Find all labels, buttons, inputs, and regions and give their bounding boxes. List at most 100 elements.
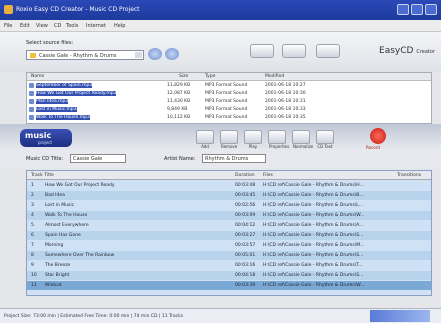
cd-text-button[interactable]: CD Text — [316, 130, 334, 149]
track-duration: 00:03:45 — [235, 193, 256, 198]
track-file: H:\CD ref\Cassie Gale - Rhythm & Drums\M… — [263, 243, 365, 248]
track-duration: 00:03:57 — [235, 243, 256, 248]
track-title: Walk To The House — [45, 213, 88, 218]
track-row[interactable]: 3 Lost in Music 00:02:56 H:\CD ref\Cassie G… — [27, 201, 431, 210]
file-row[interactable]: Walk To The House.mp3 10,112 KB MP3 Format… — [27, 114, 431, 122]
title-bar: Roxio Easy CD Creator - Music CD Project — [0, 0, 441, 20]
menu-internet[interactable]: Internet — [86, 23, 106, 29]
col-type[interactable]: Type — [205, 74, 215, 79]
brand-name: EasyCD — [379, 46, 414, 56]
track-number: 9 — [31, 263, 34, 268]
col-modified[interactable]: Modified — [265, 74, 284, 79]
menu-help[interactable]: Help — [114, 23, 125, 29]
add-button[interactable]: Add — [196, 130, 214, 149]
track-row[interactable]: 9 The Breeze 00:03:16 H:\CD ref\Cassie Gale… — [27, 261, 431, 270]
file-type: MP3 Format Sound — [205, 83, 248, 88]
app-icon — [4, 5, 13, 14]
maximize-button[interactable] — [411, 4, 423, 15]
chevron-down-icon[interactable] — [135, 52, 142, 58]
track-number: 10 — [31, 273, 37, 278]
source-panel: Select source files: Cassie Gale - Rhyth… — [0, 32, 441, 72]
track-title: Lost in Music — [45, 203, 75, 208]
file-row[interactable]: Lost in Music.mp3 9,849 KB MP3 Format Soun… — [27, 106, 431, 114]
remove-button[interactable]: Remove — [220, 130, 238, 149]
col-name[interactable]: Name — [31, 74, 44, 79]
window-controls — [397, 4, 437, 15]
track-duration: 00:03:09 — [235, 213, 256, 218]
file-type: MP3 Format Sound — [205, 107, 248, 112]
menu-cd[interactable]: CD — [54, 23, 61, 29]
track-row[interactable]: 5 Almost Everywhere 00:04:12 H:\CD ref\Cass… — [27, 221, 431, 230]
toolbar-button-3[interactable] — [316, 44, 340, 58]
track-duration: 00:03:16 — [235, 263, 256, 268]
track-row[interactable]: 4 Walk To The House 00:03:09 H:\CD ref\Cass… — [27, 211, 431, 220]
toolbar-button-2[interactable] — [282, 44, 306, 58]
track-row[interactable]: 10 Star Bright 00:04:18 H:\CD ref\Cassie Ga… — [27, 271, 431, 280]
track-number: 2 — [31, 193, 34, 198]
brand-suffix: Creator — [416, 49, 435, 55]
toolbar-button-1[interactable] — [250, 44, 274, 58]
col-transitions[interactable]: Transitions — [397, 173, 421, 178]
minimize-button[interactable] — [397, 4, 409, 15]
file-size: 11,430 KB — [167, 99, 191, 104]
menu-tools[interactable]: Tools — [66, 23, 78, 29]
menu-bar: File Edit View CD Tools Internet Help — [0, 20, 441, 32]
file-row[interactable]: How We Got Our Project Ready.mp3 12,087 K… — [27, 90, 431, 98]
track-number: 5 — [31, 223, 34, 228]
artist-label: Artist Name: — [164, 156, 196, 162]
brand-logo: EasyCD Creator — [379, 46, 435, 56]
normalize-button[interactable]: Normalize — [292, 130, 313, 149]
track-number: 11 — [31, 283, 37, 288]
track-row[interactable]: 8 Somewhere Over The Rainbow 00:05:01 H:\CD… — [27, 251, 431, 260]
play-button[interactable]: Play — [244, 130, 262, 149]
cd-title-input[interactable]: Cassie Gale — [70, 154, 126, 163]
properties-button[interactable]: Properties — [268, 130, 289, 149]
col-size[interactable]: Size — [179, 74, 188, 79]
track-row[interactable]: 1 How We Got Our Project Ready 00:03:48 H:\… — [27, 181, 431, 190]
window-title: Roxio Easy CD Creator - Music CD Project — [16, 6, 140, 13]
file-row[interactable]: Plan Idea.mp3 11,430 KB MP3 Format Sound 20… — [27, 98, 431, 106]
file-name: September of Spain.mp3 — [36, 83, 93, 88]
col-duration[interactable]: Duration — [235, 173, 255, 178]
file-size: 11,829 KB — [167, 83, 191, 88]
file-modified: 2001-06-18 10:35 — [265, 115, 306, 120]
track-duration: 00:02:56 — [235, 203, 256, 208]
file-row[interactable]: September of Spain.mp3 11,829 KB MP3 Forma… — [27, 82, 431, 90]
track-list: Track Title Duration Files Transitions 1… — [26, 170, 432, 296]
track-number: 7 — [31, 243, 34, 248]
file-modified: 2001-06-18 10:33 — [265, 107, 306, 112]
track-row[interactable]: 6 Spain Has Gone 00:03:27 H:\CD ref\Cassie … — [27, 231, 431, 240]
music-project-toolbar: music project Add Remove Play Properties… — [0, 124, 441, 150]
file-type: MP3 Format Sound — [205, 99, 248, 104]
track-number: 6 — [31, 233, 34, 238]
track-title: Spain Has Gone — [45, 233, 81, 238]
menu-view[interactable]: View — [36, 23, 48, 29]
play-label: Play — [248, 144, 258, 149]
track-file: H:\CD ref\Cassie Gale - Rhythm & Drums\A… — [263, 223, 364, 228]
forward-button[interactable] — [165, 48, 179, 60]
col-files[interactable]: Files — [263, 173, 273, 178]
file-list-header: Name Size Type Modified — [27, 73, 431, 81]
track-row[interactable]: 11 Wildcat 00:03:39 H:\CD ref\Cassie Gale -… — [27, 281, 431, 290]
file-modified: 2001-06-18 10:30 — [265, 91, 306, 96]
col-track-title[interactable]: Track Title — [31, 173, 54, 178]
music-file-icon — [29, 99, 34, 104]
logo-text: music — [25, 131, 52, 140]
artist-input[interactable]: Rhythm & Drums — [202, 154, 266, 163]
track-number: 1 — [31, 183, 34, 188]
track-row[interactable]: 2 Bad Idea 00:03:45 H:\CD ref\Cassie Gale -… — [27, 191, 431, 200]
track-file: H:\CD ref\Cassie Gale - Rhythm & Drums\B… — [263, 193, 364, 198]
back-button[interactable] — [148, 48, 162, 60]
track-file: H:\CD ref\Cassie Gale - Rhythm & Drums\W… — [263, 283, 365, 288]
track-file: H:\CD ref\Cassie Gale - Rhythm & Drums\T… — [263, 263, 363, 268]
menu-edit[interactable]: Edit — [20, 23, 30, 29]
close-button[interactable] — [425, 4, 437, 15]
music-file-icon — [29, 83, 34, 88]
music-file-icon — [29, 107, 34, 112]
record-button[interactable] — [370, 128, 386, 144]
source-dropdown[interactable]: Cassie Gale - Rhythm & Drums — [26, 50, 144, 60]
track-row[interactable]: 7 Morning 00:03:57 H:\CD ref\Cassie Gale - … — [27, 241, 431, 250]
menu-file[interactable]: File — [4, 23, 12, 29]
cd-text-label: CD Text — [317, 144, 333, 149]
music-file-icon — [29, 91, 34, 96]
